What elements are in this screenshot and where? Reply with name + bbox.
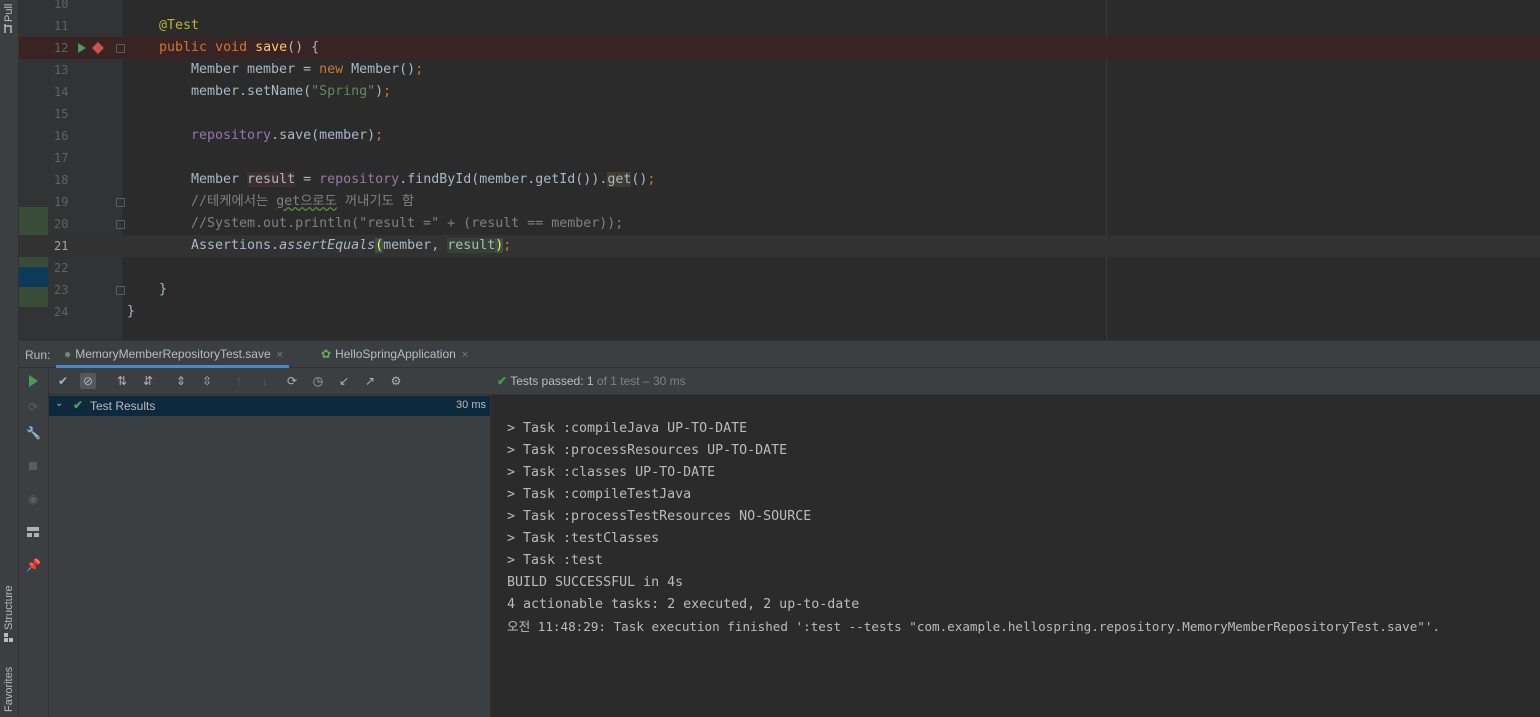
line-number: 24 xyxy=(54,305,69,319)
code-line: 13 Member member = new Member(); xyxy=(19,59,1540,81)
wrench-icon[interactable]: 🔧 xyxy=(26,426,41,440)
check-icon: ✔ xyxy=(497,374,508,388)
sort-by-duration-icon[interactable]: ⇵ xyxy=(140,373,156,389)
pull-request-icon xyxy=(4,24,12,33)
code-line: 18 Member result = repository.findById(m… xyxy=(19,169,1540,191)
code-line: 16 repository.save(member); xyxy=(19,125,1540,147)
annotation: @Test xyxy=(159,18,200,33)
run-tool-window-header: Run: ● MemoryMemberRepositoryTest.save × ✿… xyxy=(19,340,1540,368)
show-ignored-icon[interactable]: ⊘ xyxy=(80,373,96,389)
line-number: 12 xyxy=(54,41,69,55)
check-icon: ✔ xyxy=(73,398,84,412)
import-tests-icon[interactable]: ⟳ xyxy=(284,373,300,389)
code-line: 11 @Test xyxy=(19,15,1540,37)
line-number: 13 xyxy=(54,63,69,77)
line-number: 16 xyxy=(54,129,69,143)
run-tab-memory-member-repository-test[interactable]: ● MemoryMemberRepositoryTest.save × xyxy=(56,341,290,368)
line-number: 14 xyxy=(54,85,69,99)
line-number: 10 xyxy=(54,0,69,11)
code-line: 20 //System.out.println("result =" + (re… xyxy=(19,213,1540,235)
run-tab-hello-spring-application[interactable]: ✿ HelloSpringApplication × xyxy=(315,341,474,368)
console-line: > Task :processResources UP-TO-DATE xyxy=(507,443,788,458)
structure-tab[interactable]: Structure xyxy=(0,580,18,645)
console-output[interactable]: > Task :compileJava UP-TO-DATE > Task :p… xyxy=(492,395,1540,717)
code-line: 14 member.setName("Spring"); xyxy=(19,81,1540,103)
line-number: 15 xyxy=(54,107,69,121)
pull-requests-tab[interactable]: Pull xyxy=(0,0,18,40)
stop-icon[interactable] xyxy=(26,459,40,473)
tests-status: ✔ Tests passed: 1 of 1 test – 30 ms xyxy=(497,374,686,388)
chevron-down-icon[interactable]: ⌄ xyxy=(55,398,63,409)
code-line: 22 xyxy=(19,257,1540,279)
run-label: Run: xyxy=(25,348,51,362)
code-line-breakpoint: 12 public void save() { xyxy=(19,37,1540,59)
line-number: 23 xyxy=(54,283,69,297)
eye-icon[interactable]: ◉ xyxy=(26,492,40,506)
console-line: BUILD SUCCESSFUL in 4s xyxy=(507,575,684,590)
code-line: 19 //테케에서는 get으로도 꺼내기도 함 xyxy=(19,191,1540,213)
code-line: 17 xyxy=(19,147,1540,169)
console-line: > Task :compileJava UP-TO-DATE xyxy=(507,421,748,436)
fold-icon[interactable] xyxy=(116,44,125,53)
favorites-tab[interactable]: Favorites xyxy=(0,660,18,717)
show-passed-icon[interactable]: ✔ xyxy=(55,373,71,389)
export-results-icon[interactable]: ↗ xyxy=(362,373,378,389)
settings-gear-icon[interactable]: ⚙ xyxy=(388,373,404,389)
line-number: 18 xyxy=(54,173,69,187)
console-line: > Task :test xyxy=(507,553,604,568)
run-test-icon[interactable] xyxy=(77,43,87,53)
console-line: 오전 11:48:29: Task execution finished ':t… xyxy=(507,619,1441,634)
console-line: > Task :compileTestJava xyxy=(507,487,692,502)
run-side-toolbar: ⟳ 🔧 ◉ 📌 xyxy=(19,368,49,717)
next-test-icon[interactable]: ↓ xyxy=(257,373,273,389)
layout-icon[interactable] xyxy=(26,525,40,539)
fold-icon[interactable] xyxy=(116,220,125,229)
code-editor[interactable]: 10 11 @Test 12 public void save() { 13 M… xyxy=(19,0,1540,340)
test-history-icon[interactable]: ◷ xyxy=(310,373,326,389)
line-number: 20 xyxy=(54,217,69,231)
fold-icon[interactable] xyxy=(116,286,125,295)
collapse-all-icon[interactable]: ⇳ xyxy=(199,373,215,389)
console-line: > Task :processTestResources NO-SOURCE xyxy=(507,509,812,524)
console-line: 4 actionable tasks: 2 executed, 2 up-to-… xyxy=(507,597,860,612)
test-runner-toolbar: ✔ ⊘ ⇅ ⇵ ⇕ ⇳ ↑ ↓ ⟳ ◷ ↙ ↗ ⚙ ✔ Tests passed… xyxy=(49,368,1540,395)
pin-icon[interactable]: 📌 xyxy=(26,558,41,572)
code-line: 24 } xyxy=(19,301,1540,323)
console-line: > Task :classes UP-TO-DATE xyxy=(507,465,716,480)
code-line: 15 xyxy=(19,103,1540,125)
rerun-icon[interactable] xyxy=(26,374,40,388)
sort-alphabetically-icon[interactable]: ⇅ xyxy=(114,373,130,389)
expand-all-icon[interactable]: ⇕ xyxy=(173,373,189,389)
test-results-label: Test Results xyxy=(90,399,156,413)
test-results-root[interactable]: ⌄ ✔ Test Results 30 ms xyxy=(49,396,490,416)
line-number: 11 xyxy=(54,19,69,33)
close-tab-icon[interactable]: × xyxy=(462,349,468,361)
previous-test-icon[interactable]: ↑ xyxy=(231,373,247,389)
line-number: 19 xyxy=(54,195,69,209)
close-tab-icon[interactable]: × xyxy=(277,349,283,361)
code-line: 10 xyxy=(19,0,1540,15)
test-results-tree[interactable]: ⌄ ✔ Test Results 30 ms xyxy=(49,395,491,717)
console-line: > Task :testClasses xyxy=(507,531,660,546)
structure-icon xyxy=(4,633,13,642)
line-number: 21 xyxy=(54,239,69,253)
test-duration: 30 ms xyxy=(456,399,486,411)
line-number: 17 xyxy=(54,151,69,165)
code-line-current: 21 Assertions.assertEquals(member, resul… xyxy=(19,235,1540,257)
line-number: 22 xyxy=(54,261,69,275)
spring-icon: ✿ xyxy=(321,347,332,361)
code-line: 23 } xyxy=(19,279,1540,301)
import-results-icon[interactable]: ↙ xyxy=(336,373,352,389)
left-tool-strip: Pull Structure Favorites xyxy=(0,0,19,717)
fold-icon[interactable] xyxy=(116,198,125,207)
rerun-failed-icon[interactable]: ⟳ xyxy=(26,400,40,414)
test-run-icon: ● xyxy=(64,347,72,361)
breakpoint-icon[interactable] xyxy=(92,42,104,54)
